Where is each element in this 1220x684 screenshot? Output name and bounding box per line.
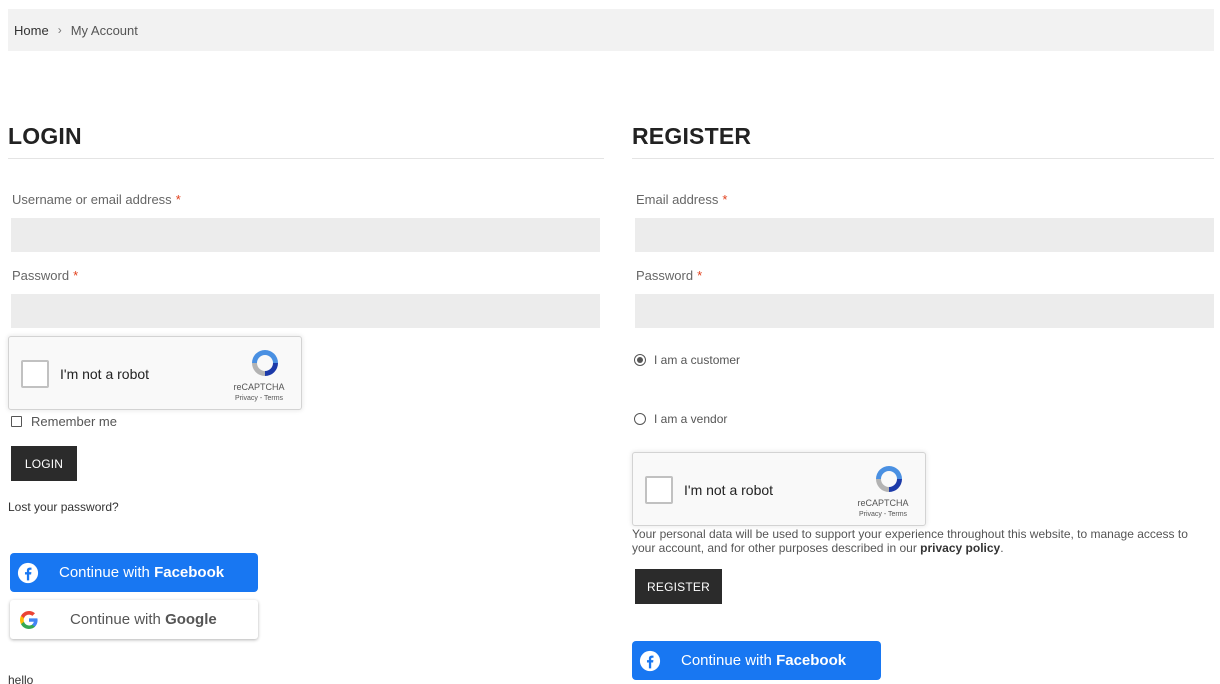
facebook-register-label: Continue with Facebook — [681, 652, 846, 669]
remember-checkbox[interactable] — [11, 416, 22, 427]
privacy-notice: Your personal data will be used to suppo… — [632, 527, 1220, 555]
required-mark: * — [73, 268, 79, 283]
register-section: REGISTER Email address * Password * I am a… — [632, 118, 1214, 680]
google-login-prefix: Continue with — [70, 611, 166, 628]
role-vendor-label: I am a vendor — [654, 412, 728, 426]
google-login-label: Continue with Google — [70, 611, 217, 628]
facebook-login-prefix: Continue with — [59, 564, 155, 581]
facebook-icon — [17, 562, 39, 583]
facebook-register-prefix: Continue with — [681, 652, 777, 669]
remember-me[interactable]: Remember me — [11, 414, 117, 429]
privacy-line-2-prefix: your account, and for other purposes des… — [632, 541, 921, 555]
chevron-right-icon: › — [57, 23, 62, 37]
breadcrumb: Home › My Account — [8, 9, 1214, 51]
recaptcha-checkbox[interactable] — [21, 360, 49, 388]
username-label-text: Username or email address — [12, 192, 172, 207]
breadcrumb-home-link[interactable]: Home — [14, 23, 49, 38]
recaptcha-text: I'm not a robot — [60, 366, 150, 382]
remember-label: Remember me — [31, 414, 117, 429]
register-title: REGISTER — [632, 118, 1214, 159]
footer-text: hello — [8, 673, 34, 684]
breadcrumb-current: My Account — [70, 22, 138, 38]
recaptcha-text: I'm not a robot — [684, 482, 774, 498]
google-login-button[interactable]: Continue with Google — [10, 600, 258, 639]
facebook-login-brand: Facebook — [154, 564, 225, 581]
facebook-register-button[interactable]: Continue with Facebook — [632, 641, 881, 680]
facebook-register-brand: Facebook — [776, 652, 847, 669]
role-customer-label: I am a customer — [654, 353, 741, 367]
recaptcha-icon — [252, 350, 278, 376]
facebook-login-button[interactable]: Continue with Facebook — [10, 553, 258, 592]
google-login-brand: Google — [165, 611, 217, 628]
email-label-text: Email address — [636, 192, 719, 207]
role-customer-radio[interactable] — [634, 354, 646, 366]
register-password-label: Password * — [636, 268, 702, 283]
facebook-login-label: Continue with Facebook — [59, 564, 224, 581]
login-title: LOGIN — [8, 118, 604, 159]
required-mark: * — [175, 192, 181, 207]
privacy-line-2: your account, and for other purposes des… — [632, 541, 1220, 555]
username-input[interactable] — [11, 218, 600, 252]
required-mark: * — [697, 268, 703, 283]
login-button[interactable]: LOGIN — [11, 446, 77, 481]
google-icon — [20, 610, 38, 629]
username-label: Username or email address * — [12, 192, 181, 207]
register-button[interactable]: REGISTER — [635, 569, 722, 604]
recaptcha-links[interactable]: Privacy - Terms — [853, 511, 913, 518]
recaptcha-checkbox[interactable] — [645, 476, 673, 504]
privacy-line-1: Your personal data will be used to suppo… — [632, 527, 1188, 541]
login-recaptcha: I'm not a robot reCAPTCHA Privacy - Term… — [8, 336, 302, 410]
recaptcha-links[interactable]: Privacy - Terms — [229, 395, 289, 402]
recaptcha-brand: reCAPTCHA — [233, 382, 285, 392]
required-mark: * — [722, 192, 728, 207]
role-vendor-radio[interactable] — [634, 413, 646, 425]
recaptcha-icon — [876, 466, 902, 492]
login-section: LOGIN Username or email address * Passwor… — [8, 118, 604, 684]
register-password-input[interactable] — [635, 294, 1214, 328]
role-vendor-option[interactable]: I am a vendor — [634, 412, 727, 426]
email-label: Email address * — [636, 192, 727, 207]
register-recaptcha: I'm not a robot reCAPTCHA Privacy - Term… — [632, 452, 926, 526]
login-password-label: Password * — [12, 268, 78, 283]
register-email-input[interactable] — [635, 218, 1214, 252]
role-customer-option[interactable]: I am a customer — [634, 353, 740, 367]
lost-password-link[interactable]: Lost your password? — [8, 500, 119, 514]
privacy-line-2-suffix: . — [1000, 541, 1004, 555]
register-password-label-text: Password — [636, 268, 694, 283]
recaptcha-brand: reCAPTCHA — [857, 498, 909, 508]
facebook-icon — [639, 650, 661, 671]
login-password-label-text: Password — [12, 268, 70, 283]
privacy-policy-link[interactable]: privacy policy — [920, 541, 1000, 555]
login-password-input[interactable] — [11, 294, 600, 328]
